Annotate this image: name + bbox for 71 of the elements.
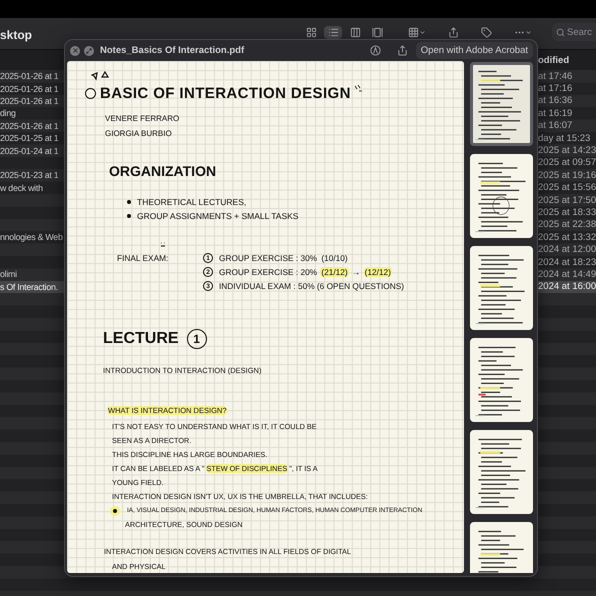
- author-name: VENERE FERRARO: [105, 113, 180, 125]
- table-cell[interactable]: 2025 at 14:23: [538, 144, 596, 157]
- table-cell[interactable]: at 16:07: [538, 120, 596, 132]
- table-cell[interactable]: 2025-01-24 at 1: [0, 144, 64, 157]
- markup-button[interactable]: [370, 45, 381, 56]
- table-cell[interactable]: 2025 at 13:32: [538, 231, 596, 244]
- table-cell[interactable]: 2024 at 12:00: [538, 243, 596, 256]
- columns-view-icon: [350, 26, 360, 38]
- doodle-icon: [91, 71, 109, 83]
- gallery-view-icon: [372, 26, 382, 38]
- table-cell[interactable]: 2025-01-25 at 1: [0, 132, 64, 144]
- table-cell[interactable]: 2025 at 09:57: [538, 156, 596, 170]
- table-cell[interactable]: 2025-01-23 at 1: [0, 169, 64, 182]
- grid-icon: [408, 26, 419, 38]
- column-header[interactable]: odified: [538, 54, 570, 66]
- open-with-button[interactable]: Open with Adobe Acrobat: [416, 42, 533, 59]
- bullet-icon: [127, 200, 131, 204]
- table-cell[interactable]: 2025-01-26 at 1: [0, 82, 64, 95]
- page-thumbnail[interactable]: [470, 62, 533, 146]
- sparkle-icon: [354, 85, 362, 93]
- table-cell[interactable]: at 16:19: [538, 107, 596, 120]
- share-button[interactable]: [448, 26, 459, 38]
- close-icon: [72, 47, 78, 54]
- window-title: Notes_Basics Of Interaction.pdf: [100, 45, 244, 56]
- list-item: GROUP ASSIGNMENTS + SMALL TASKS: [137, 210, 298, 223]
- group-button[interactable]: [408, 26, 426, 38]
- expand-icon: [86, 48, 92, 54]
- table-cell[interactable]: s Of Interaction.: [0, 280, 64, 294]
- author-name: GIORGIA BURBIO: [105, 128, 172, 140]
- caret-icon: [419, 28, 426, 36]
- table-cell[interactable]: 2025-01-26 at 1: [0, 94, 64, 108]
- table-cell[interactable]: ding: [0, 107, 64, 120]
- table-cell[interactable]: olimi: [0, 268, 64, 281]
- section-heading: ORGANIZATION: [109, 162, 216, 180]
- exam-label: FINAL EXAM:: [117, 252, 170, 265]
- table-cell[interactable]: 2024 at 14:49: [538, 268, 596, 281]
- table-cell[interactable]: 2024 at 16:00: [538, 280, 596, 294]
- table-cell[interactable]: 2025 at 19:16: [538, 169, 596, 182]
- table-cell[interactable]: at 17:46: [538, 70, 596, 82]
- caret-icon: [525, 28, 532, 36]
- list-view-button[interactable]: [324, 26, 342, 38]
- table-cell[interactable]: 2025 at 22:38: [538, 218, 596, 232]
- circle-icon: [85, 88, 96, 99]
- exam-item: INDIVIDUAL EXAM : 50% (6 OPEN QUESTIONS): [218, 280, 406, 293]
- table-cell[interactable]: 2024 at 18:23: [538, 256, 596, 268]
- table-cell[interactable]: at 17:16: [538, 82, 596, 95]
- table-cell[interactable]: nnologies & Web: [0, 231, 64, 244]
- tag-button[interactable]: [481, 26, 492, 38]
- search-icon: [556, 28, 565, 36]
- bullet-icon: [127, 214, 131, 218]
- note-title: BASIC OF INTERACTION DESIGN: [100, 85, 351, 102]
- list-item: THEORETICAL LECTURES,: [137, 196, 246, 209]
- table-cell[interactable]: day at 15:23: [538, 132, 596, 144]
- icons-view-icon: [306, 26, 316, 38]
- doodle-icon: [160, 242, 166, 247]
- search-field[interactable]: Searc: [552, 23, 596, 41]
- fullscreen-button[interactable]: [84, 46, 94, 56]
- table-cell[interactable]: 2025 at 17:50: [538, 194, 596, 206]
- lecture-number: 1: [186, 329, 207, 349]
- table-cell[interactable]: 2025 at 15:56: [538, 182, 596, 194]
- share-button[interactable]: [396, 45, 408, 56]
- table-cell[interactable]: 2025-01-26 at 1: [0, 120, 64, 132]
- close-button[interactable]: [70, 46, 80, 56]
- table-cell[interactable]: 2025-01-26 at 1: [0, 70, 64, 82]
- lecture-heading: LECTURE: [103, 329, 179, 349]
- table-cell[interactable]: 2025 at 18:33: [538, 206, 596, 219]
- exam-item: GROUP EXERCISE : 30% (10/10): [218, 252, 349, 265]
- table-cell[interactable]: w deck with: [0, 182, 64, 194]
- window-title: sktop: [0, 26, 32, 42]
- exam-item: GROUP EXERCISE : 20% (21/12) → (12/12): [218, 266, 392, 279]
- table-cell[interactable]: at 16:36: [538, 94, 596, 108]
